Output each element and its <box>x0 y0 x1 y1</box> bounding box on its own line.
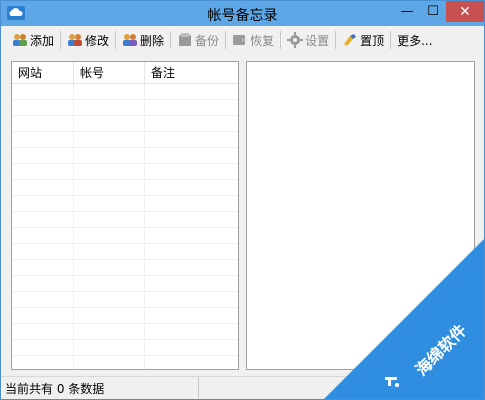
empty-grid-row <box>12 164 238 180</box>
settings-label: 设置 <box>305 33 330 48</box>
empty-grid-row <box>12 244 238 260</box>
users-edit-icon <box>68 34 83 46</box>
restore-icon <box>233 35 248 45</box>
title-bar[interactable]: 帐号备忘录 — ☐ ✕ <box>1 1 484 26</box>
account-list[interactable]: 网站 帐号 备注 <box>11 61 239 370</box>
users-delete-icon <box>123 34 138 46</box>
empty-grid-row <box>12 148 238 164</box>
empty-grid-row <box>12 84 238 100</box>
backup-icon <box>179 33 192 46</box>
watermark-logo-icon <box>385 377 399 387</box>
column-header-account[interactable]: 帐号 <box>74 62 145 83</box>
minimize-button[interactable]: — <box>394 1 420 22</box>
delete-label: 删除 <box>140 33 165 48</box>
close-button[interactable]: ✕ <box>446 1 484 22</box>
empty-grid-row <box>12 260 238 276</box>
pin-top-label: 置顶 <box>360 33 385 48</box>
empty-grid-row <box>12 116 238 132</box>
record-count-status: 当前共有 0 条数据 <box>1 377 199 399</box>
pin-top-icon <box>344 34 357 46</box>
users-add-icon <box>13 34 27 46</box>
delete-button[interactable]: 删除 <box>119 29 167 51</box>
add-label: 添加 <box>30 33 55 48</box>
toolbar-separator <box>115 31 117 49</box>
more-label: 更多... <box>397 33 433 48</box>
empty-grid-row <box>12 100 238 116</box>
add-button[interactable]: 添加 <box>9 29 57 51</box>
toolbar-separator <box>225 31 227 49</box>
column-header-site[interactable]: 网站 <box>12 62 74 83</box>
empty-grid-row <box>12 228 238 244</box>
list-header: 网站 帐号 备注 <box>12 62 238 84</box>
restore-label: 恢复 <box>250 33 275 48</box>
more-button[interactable]: 更多... <box>394 29 435 51</box>
empty-grid-row <box>12 196 238 212</box>
backup-label: 备份 <box>195 33 220 48</box>
empty-grid-row <box>12 180 238 196</box>
list-rows <box>12 84 238 369</box>
watermark-triangle <box>324 239 484 399</box>
empty-grid-row <box>12 356 238 369</box>
toolbar-separator <box>60 31 62 49</box>
empty-grid-row <box>12 276 238 292</box>
edit-label: 修改 <box>85 33 110 48</box>
pin-top-button[interactable]: 置顶 <box>339 29 387 51</box>
toolbar-separator <box>280 31 282 49</box>
maximize-button[interactable]: ☐ <box>420 1 446 22</box>
settings-button[interactable]: 设置 <box>284 29 332 51</box>
toolbar-separator <box>170 31 172 49</box>
empty-grid-row <box>12 324 238 340</box>
column-header-note[interactable]: 备注 <box>145 62 237 83</box>
toolbar-separator <box>335 31 337 49</box>
app-window: 帐号备忘录 — ☐ ✕ 添加 修改 删除 备份 恢复 设置 置顶 更多... 网… <box>0 0 485 400</box>
gear-icon <box>287 32 304 48</box>
empty-grid-row <box>12 212 238 228</box>
backup-button[interactable]: 备份 <box>174 29 222 51</box>
empty-grid-row <box>12 292 238 308</box>
toolbar-separator <box>390 31 392 49</box>
edit-button[interactable]: 修改 <box>64 29 112 51</box>
restore-button[interactable]: 恢复 <box>229 29 277 51</box>
watermark: 海绵软件 <box>324 239 484 399</box>
empty-grid-row <box>12 340 238 356</box>
empty-grid-row <box>12 132 238 148</box>
toolbar: 添加 修改 删除 备份 恢复 设置 置顶 更多... <box>1 26 484 54</box>
empty-grid-row <box>12 308 238 324</box>
